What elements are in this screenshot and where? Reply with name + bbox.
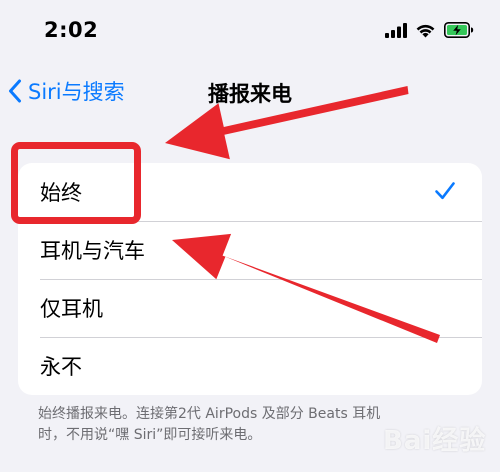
status-time: 2:02	[44, 18, 99, 42]
signal-icon	[385, 22, 407, 38]
checkmark-icon	[435, 182, 455, 200]
option-headphones-and-car[interactable]: 耳机与汽车	[18, 221, 482, 279]
annotation-highlight-box	[11, 142, 141, 224]
status-icons	[385, 22, 474, 38]
status-bar: 2:02	[0, 0, 500, 66]
nav-bar: Siri与搜索 播报来电	[0, 66, 500, 116]
battery-charging-icon	[444, 22, 474, 38]
option-headphones-only[interactable]: 仅耳机	[18, 279, 482, 337]
option-label: 仅耳机	[40, 297, 103, 321]
option-label: 耳机与汽车	[40, 239, 145, 263]
option-never[interactable]: 永不	[18, 337, 482, 395]
page-title: 播报来电	[208, 82, 292, 106]
option-label: 永不	[40, 355, 82, 379]
wifi-icon	[416, 24, 435, 37]
watermark: Bai经验	[383, 426, 487, 456]
